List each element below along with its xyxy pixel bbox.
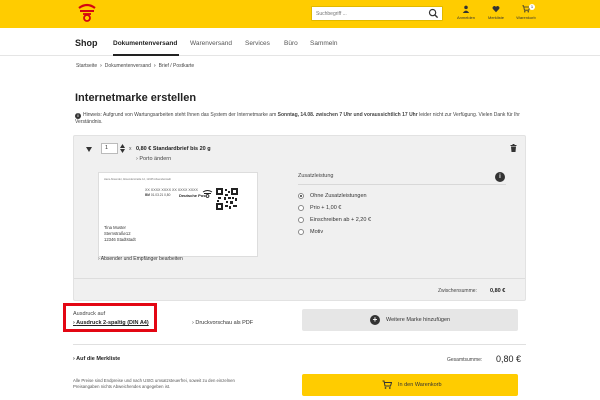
option-ohne-zusatz-label: Ohne Zusatzleistungen [310,193,367,199]
print-format-value: Ausdruck 2-spaltig (DIN A4) [76,320,149,326]
deutsche-post-logo[interactable] [76,3,98,23]
stamp-bm: BM 01.03.21 0,80 [145,193,170,197]
edit-addresses-label: Absender und Empfänger bearbeiten [100,256,183,262]
divider [74,278,525,279]
tab-warenversand[interactable]: Warenversand [190,40,232,47]
active-tab-indicator [113,54,179,56]
porto-change-link[interactable]: › Porto ändern [136,156,171,162]
stamp-bm-label: BM [145,193,150,197]
post-horn-icon [202,190,213,198]
search-input[interactable] [312,7,424,20]
search-box [311,6,443,21]
cart-header-label: Warenkorb [516,15,536,20]
login-label: Anmelden [456,15,475,20]
multiplier: x [129,146,132,152]
cart-icon [382,380,392,389]
merkliste-label: Merkliste [487,15,504,20]
radio-ohne-zusatz[interactable] [298,193,304,199]
subtotal-value: 0,80 € [490,288,506,294]
cart-badge: 1 [529,4,535,10]
trash-icon[interactable] [510,144,517,152]
shop-title[interactable]: Shop [75,38,98,48]
tab-dokumentenversand[interactable]: Dokumentenversand [113,40,177,47]
option-einschreiben-label: Einschreiben ab + 2,20 € [310,217,372,223]
product-name: 0,80 € Standardbrief bis 20 g [136,146,211,152]
total-label: Gesamtsumme: [447,357,483,363]
matrix-code-icon [216,188,238,210]
print-format-highlight [63,303,157,332]
heart-icon [492,6,500,13]
add-stamp-button[interactable]: + Weitere Marke hinzufügen [302,309,518,331]
cart-header-button[interactable]: 1 Warenkorb [513,4,539,25]
option-prio-label: Prio + 1,00 € [310,205,342,211]
merkliste-link-label: Auf die Merkliste [76,356,121,362]
add-to-cart-button[interactable]: In den Warenkorb [302,374,518,396]
breadcrumb-startseite[interactable]: Startseite [76,63,97,69]
user-icon [462,5,470,13]
merkliste-button[interactable]: Merkliste [483,5,509,25]
merkliste-link[interactable]: › Auf die Merkliste [73,356,120,362]
subtotal-label: Zwischensumme: [438,288,477,294]
page-title: Internetmarke erstellen [75,92,197,104]
tab-sammeln[interactable]: Sammeln [310,40,337,47]
info-icon[interactable]: i [495,172,505,182]
divider [298,184,506,185]
recipient-city: 12346 Stadtstadt [104,237,136,242]
zusatzleistung-heading: Zusatzleistung [298,173,334,179]
total-value: 0,80 € [496,354,522,364]
radio-prio[interactable] [298,205,304,211]
price-footnote: Alle Preise sind Endpreise und nach UStG… [73,378,235,389]
breadcrumb-current: Brief / Postkarte [158,63,195,69]
divider [73,344,526,345]
option-motiv-label: Motiv [310,229,324,235]
pdf-preview-link[interactable]: › Druckvorschau als PDF [192,320,253,326]
radio-einschreiben[interactable] [298,217,304,223]
plus-icon: + [370,315,380,325]
tab-services[interactable]: Services [245,40,270,47]
maintenance-notice: i Hinweis: Aufgrund von Wartungsarbeiten … [75,112,527,126]
radio-motiv[interactable] [298,229,304,235]
notice-date: Sonntag, 14.08. zwischen 7 Uhr und vorau… [277,112,418,118]
quantity-stepper-icon[interactable] [120,144,125,153]
main-nav: Shop Dokumentenversand Warenversand Serv… [0,28,600,56]
porto-change-label: Porto ändern [139,156,172,162]
add-to-cart-label: In den Warenkorb [398,382,442,388]
breadcrumb-separator: › [100,63,102,69]
stamp-item-panel: 1 x 0,80 € Standardbrief bis 20 g › Port… [73,135,526,301]
login-button[interactable]: Anmelden [453,5,479,25]
breadcrumb: Startseite › Dokumentenversand › Brief / Pos… [76,63,194,69]
notice-text: Hinweis: Aufgrund von Wartungsarbeiten s… [83,112,278,118]
breadcrumb-separator: › [153,63,156,69]
add-stamp-label: Weitere Marke hinzufügen [386,317,451,323]
edit-addresses-link[interactable]: › Absender und Empfänger bearbeiten [98,256,183,262]
top-bar: Anmelden Merkliste 1 Warenkorb [0,0,600,28]
pdf-preview-label: Druckvorschau als PDF [195,320,254,326]
stamp-bm-value: 01.03.21 0,80 [150,193,171,197]
tab-buero[interactable]: Büro [284,40,298,47]
search-icon[interactable] [428,8,439,19]
stamp-sender-line: Hans Absender, Absenderstraße 12, 12345 … [104,178,171,181]
stamp-preview: Hans Absender, Absenderstraße 12, 12345 … [98,172,258,257]
quantity-input[interactable]: 1 [101,143,118,154]
stamp-code: XX XXXX XXXX XX XXXX XXXX [145,188,198,192]
breadcrumb-dokumentenversand[interactable]: Dokumentenversand [105,63,151,69]
print-format-link[interactable]: › Ausdruck 2-spaltig (DIN A4) [73,320,149,326]
collapse-caret-icon[interactable] [86,147,92,152]
print-format-label: Ausdruck auf [73,311,106,317]
stamp-recipient: Tina Muster Sternstraße12 12346 Stadtsta… [104,225,136,243]
